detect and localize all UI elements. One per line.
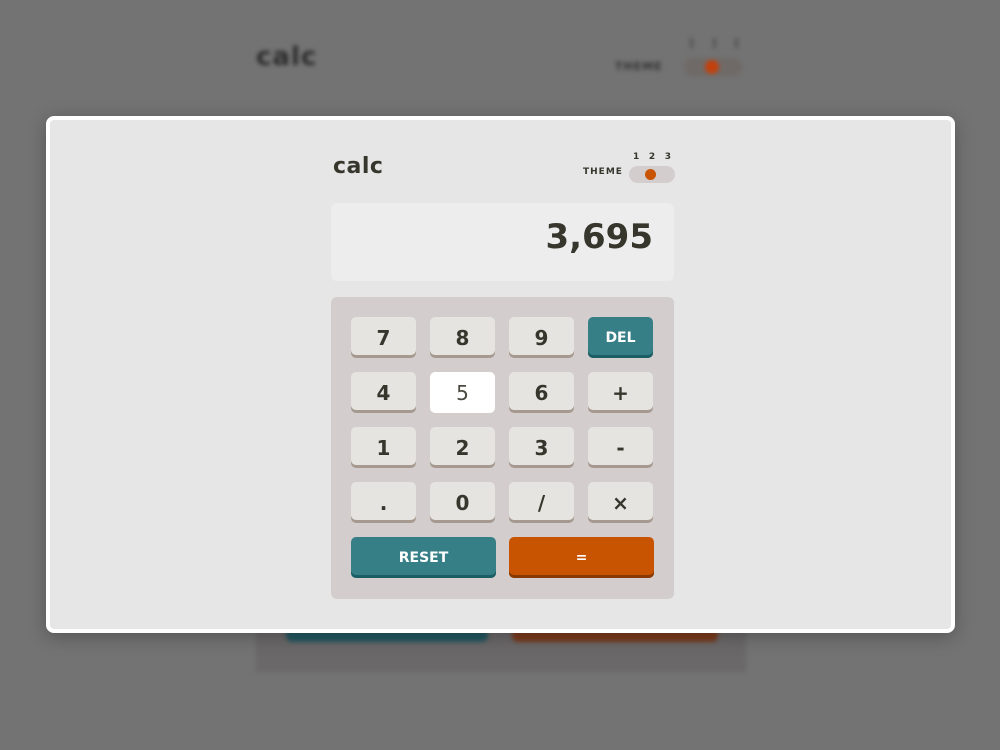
keypad: 7 8 9 DEL 4 5 6 + 1 2 3 - . 0 / × RESET … — [331, 297, 674, 599]
delete-button[interactable]: DEL — [588, 317, 653, 358]
theme-option-2[interactable]: 2 — [649, 152, 655, 162]
reset-button[interactable]: RESET — [351, 537, 496, 578]
key-4[interactable]: 4 — [351, 372, 416, 413]
key-5[interactable]: 5 — [430, 372, 495, 413]
key-0[interactable]: 0 — [430, 482, 495, 523]
display-value: 3,695 — [545, 217, 653, 257]
background-logo: calc — [256, 42, 318, 72]
theme-toggle[interactable] — [629, 166, 675, 183]
app-logo: calc — [333, 154, 384, 179]
theme-label: THEME — [583, 167, 623, 177]
key-multiply[interactable]: × — [588, 482, 653, 523]
key-6[interactable]: 6 — [509, 372, 574, 413]
background-theme-dot — [705, 60, 719, 74]
theme-option-3[interactable]: 3 — [665, 152, 671, 162]
key-7[interactable]: 7 — [351, 317, 416, 358]
theme-toggle-knob[interactable] — [645, 169, 656, 180]
background-theme-ticks — [690, 38, 738, 48]
theme-option-1[interactable]: 1 — [633, 152, 639, 162]
key-2[interactable]: 2 — [430, 427, 495, 468]
calculator-app: calc THEME 1 2 3 3,695 7 8 9 DEL 4 5 6 + — [331, 120, 675, 629]
key-divide[interactable]: / — [509, 482, 574, 523]
key-9[interactable]: 9 — [509, 317, 574, 358]
calculator-modal: calc THEME 1 2 3 3,695 7 8 9 DEL 4 5 6 + — [46, 116, 955, 633]
key-3[interactable]: 3 — [509, 427, 574, 468]
key-plus[interactable]: + — [588, 372, 653, 413]
background-theme-label: THEME — [615, 60, 663, 73]
key-8[interactable]: 8 — [430, 317, 495, 358]
calculator-display: 3,695 — [331, 203, 674, 281]
calculator-header: calc THEME 1 2 3 — [331, 148, 675, 188]
key-1[interactable]: 1 — [351, 427, 416, 468]
key-decimal[interactable]: . — [351, 482, 416, 523]
equals-button[interactable]: = — [509, 537, 654, 578]
key-minus[interactable]: - — [588, 427, 653, 468]
theme-options: 1 2 3 — [633, 152, 671, 162]
